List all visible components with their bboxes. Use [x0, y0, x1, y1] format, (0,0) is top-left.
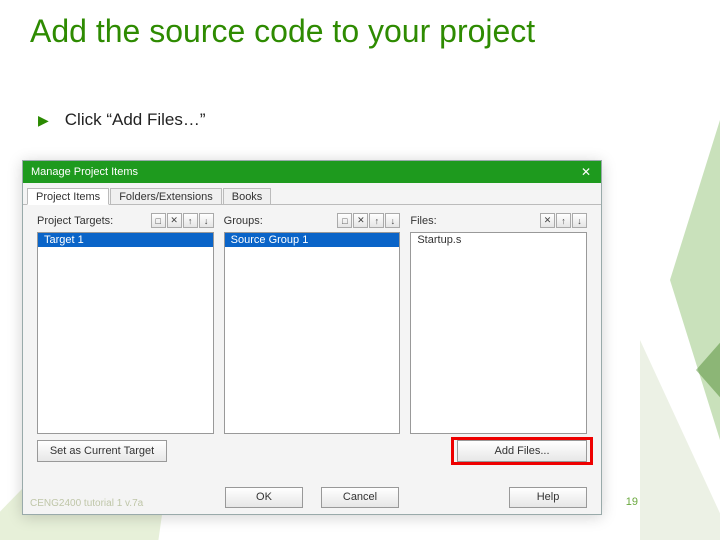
add-files-button[interactable]: Add Files...	[457, 440, 587, 462]
bullet-text: Click “Add Files…”	[65, 110, 206, 130]
groups-listbox[interactable]: Source Group 1	[224, 232, 401, 434]
files-toolbar: ✕ ↑ ↓	[539, 213, 587, 228]
tab-project-items[interactable]: Project Items	[27, 188, 109, 205]
targets-toolbar: □ ✕ ↑ ↓	[150, 213, 214, 228]
targets-listbox[interactable]: Target 1	[37, 232, 214, 434]
add-files-highlight-wrap: Add Files...	[457, 440, 587, 462]
move-down-icon[interactable]: ↓	[199, 213, 214, 228]
delete-item-icon[interactable]: ✕	[353, 213, 368, 228]
slide-title: Add the source code to your project	[30, 14, 535, 49]
slide: Add the source code to your project ▶ Cl…	[0, 0, 720, 540]
cancel-button[interactable]: Cancel	[321, 487, 399, 508]
column-files: Files: ✕ ↑ ↓ Startup.s	[410, 213, 587, 434]
column-groups: Groups: □ ✕ ↑ ↓ Source Group 1	[224, 213, 401, 434]
move-up-icon[interactable]: ↑	[556, 213, 571, 228]
tab-strip: Project Items Folders/Extensions Books	[23, 183, 601, 205]
new-item-icon[interactable]: □	[337, 213, 352, 228]
close-icon[interactable]: ✕	[571, 161, 601, 183]
list-item[interactable]: Startup.s	[411, 233, 586, 247]
move-down-icon[interactable]: ↓	[572, 213, 587, 228]
column-targets: Project Targets: □ ✕ ↑ ↓ Target 1	[37, 213, 214, 434]
bg-triangle	[696, 320, 720, 420]
titlebar[interactable]: Manage Project Items ✕	[23, 161, 601, 183]
move-up-icon[interactable]: ↑	[369, 213, 384, 228]
manage-project-items-dialog: Manage Project Items ✕ Project Items Fol…	[22, 160, 602, 515]
titlebar-title: Manage Project Items	[31, 166, 138, 178]
list-item[interactable]: Source Group 1	[225, 233, 400, 247]
groups-label: Groups:	[224, 215, 263, 227]
delete-item-icon[interactable]: ✕	[167, 213, 182, 228]
bullet-arrow-icon: ▶	[38, 112, 49, 129]
ok-button[interactable]: OK	[225, 487, 303, 508]
groups-toolbar: □ ✕ ↑ ↓	[336, 213, 400, 228]
move-down-icon[interactable]: ↓	[385, 213, 400, 228]
files-listbox[interactable]: Startup.s	[410, 232, 587, 434]
tab-books[interactable]: Books	[223, 188, 272, 204]
delete-item-icon[interactable]: ✕	[540, 213, 555, 228]
list-item[interactable]: Target 1	[38, 233, 213, 247]
dialog-body: Project Targets: □ ✕ ↑ ↓ Target 1 Groups…	[23, 205, 601, 434]
new-item-icon[interactable]: □	[151, 213, 166, 228]
spacer	[177, 440, 447, 462]
help-button[interactable]: Help	[509, 487, 587, 508]
tab-folders-extensions[interactable]: Folders/Extensions	[110, 188, 222, 204]
set-as-current-target-button[interactable]: Set as Current Target	[37, 440, 167, 462]
footer-note: CENG2400 tutorial 1 v.7a	[30, 498, 143, 509]
files-label: Files:	[410, 215, 436, 227]
move-up-icon[interactable]: ↑	[183, 213, 198, 228]
targets-label: Project Targets:	[37, 215, 113, 227]
bullet-row: ▶ Click “Add Files…”	[38, 110, 206, 130]
below-buttons-row: Set as Current Target Add Files...	[23, 434, 601, 462]
page-number: 19	[626, 496, 638, 508]
